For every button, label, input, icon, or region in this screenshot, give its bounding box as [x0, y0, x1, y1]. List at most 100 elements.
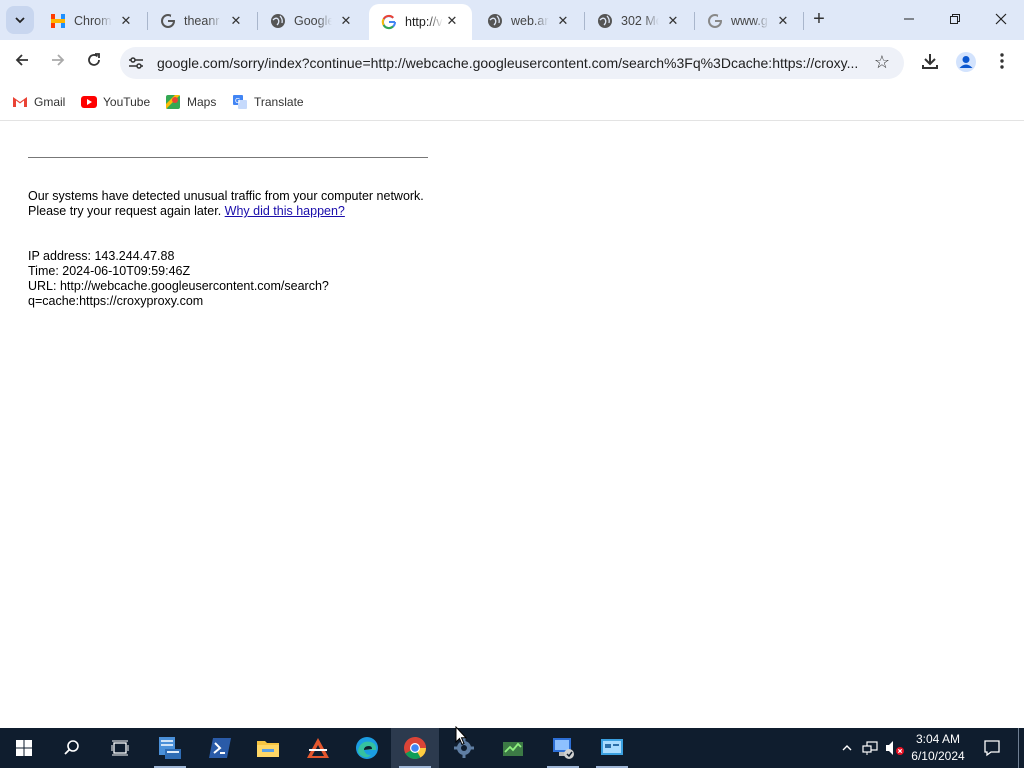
- task-manager-icon: [503, 742, 523, 756]
- ccleaner-icon: [307, 738, 329, 758]
- new-tab-button[interactable]: +: [809, 9, 829, 30]
- maps-icon: [165, 94, 181, 110]
- start-button[interactable]: [0, 728, 48, 768]
- close-tab-icon[interactable]: ✕: [555, 13, 571, 29]
- close-tab-icon[interactable]: ✕: [665, 13, 681, 29]
- clock-date: 6/10/2024: [911, 749, 965, 763]
- restore-icon: [950, 14, 960, 24]
- system-clock[interactable]: 3:04 AM 6/10/2024: [906, 731, 970, 765]
- tab-2[interactable]: theanr ✕: [148, 4, 256, 38]
- taskbar-chrome[interactable]: [391, 728, 439, 768]
- bookmark-youtube[interactable]: YouTube: [81, 92, 150, 112]
- bookmark-maps[interactable]: Maps: [165, 92, 216, 112]
- site-settings-icon[interactable]: [128, 55, 144, 71]
- taskbar-server-manager[interactable]: [146, 728, 194, 768]
- volume-tray-button[interactable]: [884, 728, 906, 768]
- tab-strip: Chrome ✕ theanr ✕ Google ✕ http://v ✕ we…: [0, 0, 1024, 40]
- search-icon: [64, 740, 79, 755]
- google-g-icon-gray: [707, 13, 723, 29]
- bookmarks-bar: Gmail YouTube Maps G Translate: [0, 86, 1024, 121]
- mouse-cursor-icon: [455, 726, 467, 746]
- bookmark-translate[interactable]: G Translate: [232, 92, 304, 112]
- windows-logo-icon: [16, 740, 32, 756]
- tab-title: theanr: [184, 14, 220, 28]
- bookmark-label: Maps: [187, 95, 217, 109]
- close-tab-icon[interactable]: ✕: [444, 13, 460, 29]
- taskbar-task-manager[interactable]: [489, 728, 537, 768]
- minimize-button[interactable]: [894, 8, 924, 32]
- tab-6[interactable]: 302 Mo ✕: [585, 4, 693, 38]
- url-line-continued: q=cache:https://croxyproxy.com: [28, 294, 204, 308]
- close-tab-icon[interactable]: ✕: [775, 13, 791, 29]
- url-line: URL: http://webcache.googleusercontent.c…: [28, 279, 329, 293]
- reload-icon: [88, 53, 100, 66]
- tab-4-active[interactable]: http://v ✕: [369, 4, 472, 40]
- bookmark-star-icon[interactable]: ☆: [874, 52, 890, 73]
- translate-icon: G: [232, 94, 248, 110]
- taskbar-file-explorer[interactable]: [244, 728, 292, 768]
- browser-toolbar: google.com/sorry/index?continue=http://w…: [0, 40, 1024, 86]
- address-url-text[interactable]: google.com/sorry/index?continue=http://w…: [157, 55, 862, 71]
- tab-7[interactable]: www.g ✕: [695, 4, 803, 38]
- taskbar-powershell[interactable]: [196, 728, 244, 768]
- task-view-button[interactable]: [96, 728, 144, 768]
- tab-3[interactable]: Google ✕: [258, 4, 366, 38]
- tab-search-button[interactable]: [6, 6, 34, 34]
- taskbar-edge[interactable]: [343, 728, 391, 768]
- taskbar-control-panel[interactable]: [588, 728, 636, 768]
- control-panel-icon: [601, 739, 623, 755]
- request-info: IP address: 143.244.47.88 Time: 2024-06-…: [28, 249, 408, 309]
- download-icon: [922, 54, 938, 69]
- taskbar-remote-desktop[interactable]: [539, 728, 587, 768]
- close-tab-icon[interactable]: ✕: [118, 13, 134, 29]
- reload-button[interactable]: [82, 51, 106, 75]
- tab-title: web.ar: [511, 14, 549, 28]
- close-tab-icon[interactable]: ✕: [338, 13, 354, 29]
- why-did-this-happen-link[interactable]: Why did this happen?: [225, 204, 345, 218]
- chevron-down-icon: [15, 17, 25, 24]
- tab-title: www.g: [731, 14, 768, 28]
- bookmark-gmail[interactable]: Gmail: [12, 92, 65, 112]
- folder-icon: [257, 741, 279, 757]
- arrow-left-icon: [15, 54, 28, 66]
- google-g-icon: [160, 13, 176, 29]
- downloads-button[interactable]: [918, 51, 942, 75]
- back-button[interactable]: [10, 51, 34, 75]
- action-center-button[interactable]: [980, 728, 1004, 768]
- horizontal-rule: [28, 157, 428, 158]
- arrow-right-icon: [52, 54, 65, 66]
- windows-taskbar: 3:04 AM 6/10/2024: [0, 728, 1024, 768]
- time-line: Time: 2024-06-10T09:59:46Z: [28, 264, 191, 278]
- tab-1[interactable]: Chrome ✕: [38, 4, 146, 38]
- more-vertical-icon: [1000, 53, 1004, 69]
- task-view-icon: [111, 740, 129, 756]
- profile-button[interactable]: [954, 51, 978, 75]
- page-content: Our systems have detected unusual traffi…: [0, 121, 1024, 728]
- edge-icon: [356, 737, 378, 759]
- ip-address-line: IP address: 143.244.47.88: [28, 249, 175, 263]
- tab-5[interactable]: web.ar ✕: [475, 4, 583, 38]
- network-tray-button[interactable]: [860, 728, 882, 768]
- restore-button[interactable]: [940, 8, 970, 32]
- show-desktop-button[interactable]: [1018, 728, 1019, 768]
- globe-icon: [487, 13, 503, 29]
- globe-icon: [597, 13, 613, 29]
- show-hidden-icons-button[interactable]: [838, 728, 856, 768]
- address-bar[interactable]: google.com/sorry/index?continue=http://w…: [120, 47, 904, 79]
- bookmark-label: Translate: [254, 95, 304, 109]
- close-tab-icon[interactable]: ✕: [228, 13, 244, 29]
- close-window-button[interactable]: [986, 8, 1016, 32]
- taskbar-ccleaner[interactable]: [294, 728, 342, 768]
- forward-button[interactable]: [46, 51, 70, 75]
- unusual-traffic-message: Our systems have detected unusual traffi…: [28, 189, 428, 219]
- bookmark-label: Gmail: [34, 95, 66, 109]
- tab-title: 302 Mo: [621, 14, 659, 28]
- google-g-icon: [381, 14, 397, 30]
- hotjar-icon: [50, 13, 66, 29]
- search-button[interactable]: [48, 728, 96, 768]
- menu-button[interactable]: [990, 51, 1014, 75]
- avatar-icon: [956, 52, 976, 72]
- tab-title: Google: [294, 14, 332, 28]
- gmail-icon: [12, 94, 28, 110]
- tab-title: http://v: [405, 15, 443, 29]
